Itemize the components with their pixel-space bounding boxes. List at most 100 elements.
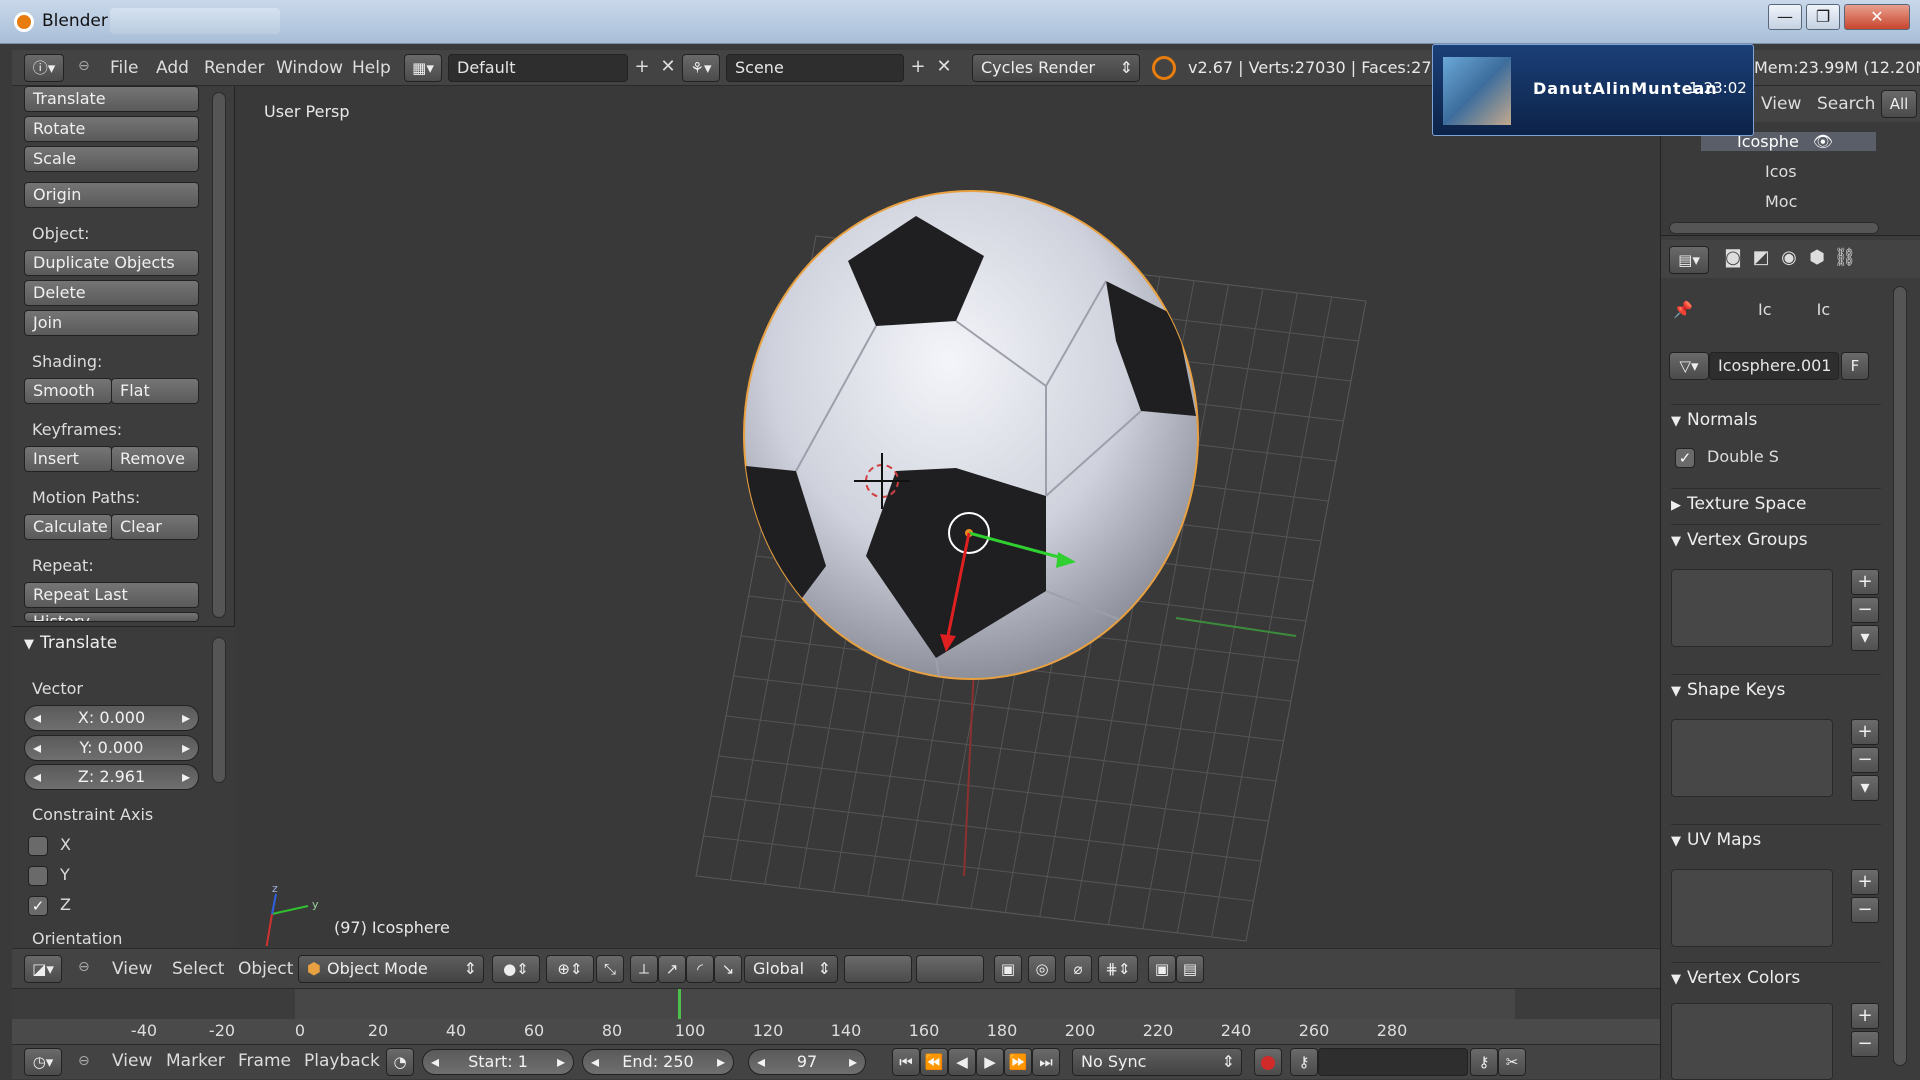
operator-panel-header[interactable]: ▼ Translate bbox=[24, 633, 214, 663]
play-reverse-icon[interactable]: ◀ bbox=[948, 1048, 976, 1076]
insert-keyframe-icon[interactable]: ⚷ bbox=[1470, 1048, 1498, 1076]
vertex-groups-header[interactable]: ▼ Vertex Groups bbox=[1671, 525, 1881, 555]
layer-lock-icon[interactable]: ▣ bbox=[994, 955, 1022, 983]
add-layout-icon[interactable]: + bbox=[630, 55, 654, 81]
jump-start-icon[interactable]: ⏮ bbox=[892, 1048, 920, 1076]
constraint-tab-icon[interactable]: ⛓ bbox=[1833, 246, 1857, 272]
collapse-menu-icon[interactable]: ⊖ bbox=[78, 1053, 90, 1069]
3d-viewport[interactable]: User Persp y z (97) Icosphere bbox=[236, 86, 1660, 946]
collapse-menu-icon[interactable]: ⊖ bbox=[78, 58, 90, 74]
constraint-z-checkbox[interactable]: ✓ Z bbox=[28, 895, 71, 916]
outliner-item-mesh[interactable]: Icos bbox=[1731, 162, 1797, 181]
outliner-filter-all[interactable]: All bbox=[1881, 90, 1917, 118]
timeline[interactable]: -40 -20 0 20 40 60 80 100 120 140 160 180 200 220 240 2… bbox=[12, 988, 1660, 1044]
screen-layout-icon[interactable]: ▦▾ bbox=[404, 54, 442, 82]
outliner-menu-view[interactable]: View bbox=[1761, 94, 1801, 114]
render-tab-icon[interactable]: ◙ bbox=[1721, 246, 1745, 272]
vertex-colors-list[interactable] bbox=[1671, 1003, 1833, 1080]
remove-scene-icon[interactable]: ✕ bbox=[932, 55, 956, 81]
jump-end-icon[interactable]: ⏭ bbox=[1032, 1048, 1060, 1076]
constraint-x-checkbox[interactable]: X bbox=[28, 835, 71, 856]
start-frame-field[interactable]: ◂ Start: 1 ▸ bbox=[422, 1049, 574, 1075]
duplicate-objects-button[interactable]: Duplicate Objects bbox=[24, 250, 199, 276]
texture-space-header[interactable]: ▶ Texture Space bbox=[1671, 489, 1881, 519]
record-icon[interactable] bbox=[1254, 1048, 1282, 1076]
translate-manipulator-icon[interactable]: ⟂ bbox=[630, 955, 658, 983]
editor-type-3d-icon[interactable]: ◪▾ bbox=[24, 955, 62, 983]
menu-window[interactable]: Window bbox=[276, 58, 343, 78]
playhead[interactable] bbox=[678, 989, 682, 1019]
insert-keyframe-button[interactable]: Insert bbox=[24, 446, 112, 472]
media-notification[interactable]: DanutAlinMuntean 1:23:02 bbox=[1432, 44, 1754, 136]
menu-help[interactable]: Help bbox=[352, 58, 391, 78]
keying-set-field[interactable] bbox=[1318, 1048, 1468, 1076]
world-tab-icon[interactable]: ◉ bbox=[1777, 246, 1801, 272]
add-scene-icon[interactable]: + bbox=[906, 55, 930, 81]
pivot-point-icon[interactable]: ⊕⇕ bbox=[546, 955, 594, 983]
shape-keys-header[interactable]: ▼ Shape Keys bbox=[1671, 675, 1881, 705]
pin-icon[interactable]: 📌 bbox=[1673, 300, 1693, 319]
scene-icon[interactable]: ⚘▾ bbox=[682, 54, 720, 82]
remove-vertex-color-icon[interactable]: − bbox=[1851, 1031, 1879, 1057]
uv-maps-list[interactable] bbox=[1671, 869, 1833, 947]
object-tab-icon[interactable]: ⬢ bbox=[1805, 246, 1829, 272]
fake-user-button[interactable]: F bbox=[1841, 352, 1869, 380]
outliner-item-modifier[interactable]: Moc bbox=[1731, 192, 1797, 211]
sync-mode-select[interactable]: No Sync ⇕ bbox=[1072, 1048, 1242, 1076]
increment-icon[interactable]: ▸ bbox=[182, 706, 190, 730]
render-opengl-icon[interactable]: ▣ bbox=[1148, 955, 1176, 983]
proportional-edit-icon[interactable]: ◎ bbox=[1028, 955, 1056, 983]
scale-button[interactable]: Scale bbox=[24, 146, 199, 172]
increment-icon[interactable]: ▸ bbox=[849, 1050, 857, 1074]
increment-icon[interactable]: ▸ bbox=[182, 736, 190, 760]
menu-view[interactable]: View bbox=[112, 959, 152, 979]
screen-layout-field[interactable]: Default bbox=[448, 54, 628, 82]
vertex-groups-list[interactable] bbox=[1671, 569, 1833, 647]
remove-uv-map-icon[interactable]: − bbox=[1851, 897, 1879, 923]
add-shape-key-icon[interactable]: + bbox=[1851, 719, 1879, 745]
maximize-button[interactable]: ❐ bbox=[1806, 4, 1840, 30]
uv-maps-header[interactable]: ▼ UV Maps bbox=[1671, 825, 1881, 855]
soccer-ball-mesh[interactable] bbox=[741, 190, 1199, 786]
vector-y-field[interactable]: ◂ Y: 0.000 ▸ bbox=[24, 735, 199, 761]
decrement-icon[interactable]: ◂ bbox=[757, 1050, 765, 1074]
shape-key-menu-icon[interactable]: ▾ bbox=[1851, 775, 1879, 801]
smooth-button[interactable]: Smooth bbox=[24, 378, 112, 404]
tool-shelf-scrollbar[interactable] bbox=[212, 92, 226, 618]
menu-view[interactable]: View bbox=[112, 1051, 152, 1071]
remove-vertex-group-icon[interactable]: − bbox=[1851, 597, 1879, 623]
scene-field[interactable]: Scene bbox=[726, 54, 904, 82]
add-uv-map-icon[interactable]: + bbox=[1851, 869, 1879, 895]
clear-button[interactable]: Clear bbox=[111, 514, 199, 540]
history-button[interactable]: History... bbox=[24, 612, 199, 622]
close-button[interactable]: ✕ bbox=[1844, 4, 1910, 30]
keying-set-icon[interactable]: ⚷ bbox=[1290, 1048, 1318, 1076]
scene-tab-icon[interactable]: ◩ bbox=[1749, 246, 1773, 272]
decrement-icon[interactable]: ◂ bbox=[33, 736, 41, 760]
minimize-button[interactable]: — bbox=[1768, 4, 1802, 30]
outliner-menu-search[interactable]: Search bbox=[1817, 94, 1875, 114]
rotate-button[interactable]: Rotate bbox=[24, 116, 199, 142]
menu-add[interactable]: Add bbox=[156, 58, 189, 78]
menu-object[interactable]: Object bbox=[238, 959, 293, 979]
constraint-y-checkbox[interactable]: Y bbox=[28, 865, 70, 886]
info-editor-type-icon[interactable]: ⓘ▾ bbox=[24, 54, 64, 82]
join-button[interactable]: Join bbox=[24, 310, 199, 336]
scene-layers-left[interactable] bbox=[844, 955, 912, 983]
shape-keys-list[interactable] bbox=[1671, 719, 1833, 797]
delete-button[interactable]: Delete bbox=[24, 280, 199, 306]
properties-scrollbar[interactable] bbox=[1893, 286, 1907, 1066]
vector-x-field[interactable]: ◂ X: 0.000 ▸ bbox=[24, 705, 199, 731]
menu-file[interactable]: File bbox=[110, 58, 138, 78]
snap-toggle-icon[interactable]: ⌀ bbox=[1064, 955, 1092, 983]
scale-manipulator-icon[interactable]: ◜ bbox=[686, 955, 714, 983]
menu-marker[interactable]: Marker bbox=[166, 1051, 225, 1071]
render-engine-select[interactable]: Cycles Render ⇕ bbox=[972, 54, 1140, 82]
preview-range-icon[interactable]: ◔ bbox=[386, 1048, 414, 1076]
mesh-name-field[interactable]: Icosphere.001 bbox=[1709, 352, 1839, 380]
snap-element-icon[interactable]: ⋕⇕ bbox=[1098, 955, 1138, 983]
vertex-colors-header[interactable]: ▼ Vertex Colors bbox=[1671, 963, 1881, 993]
transform-orientation-select[interactable]: Global ⇕ bbox=[744, 955, 838, 983]
menu-frame[interactable]: Frame bbox=[238, 1051, 291, 1071]
timeline-editor-icon[interactable]: ◷▾ bbox=[24, 1048, 62, 1076]
